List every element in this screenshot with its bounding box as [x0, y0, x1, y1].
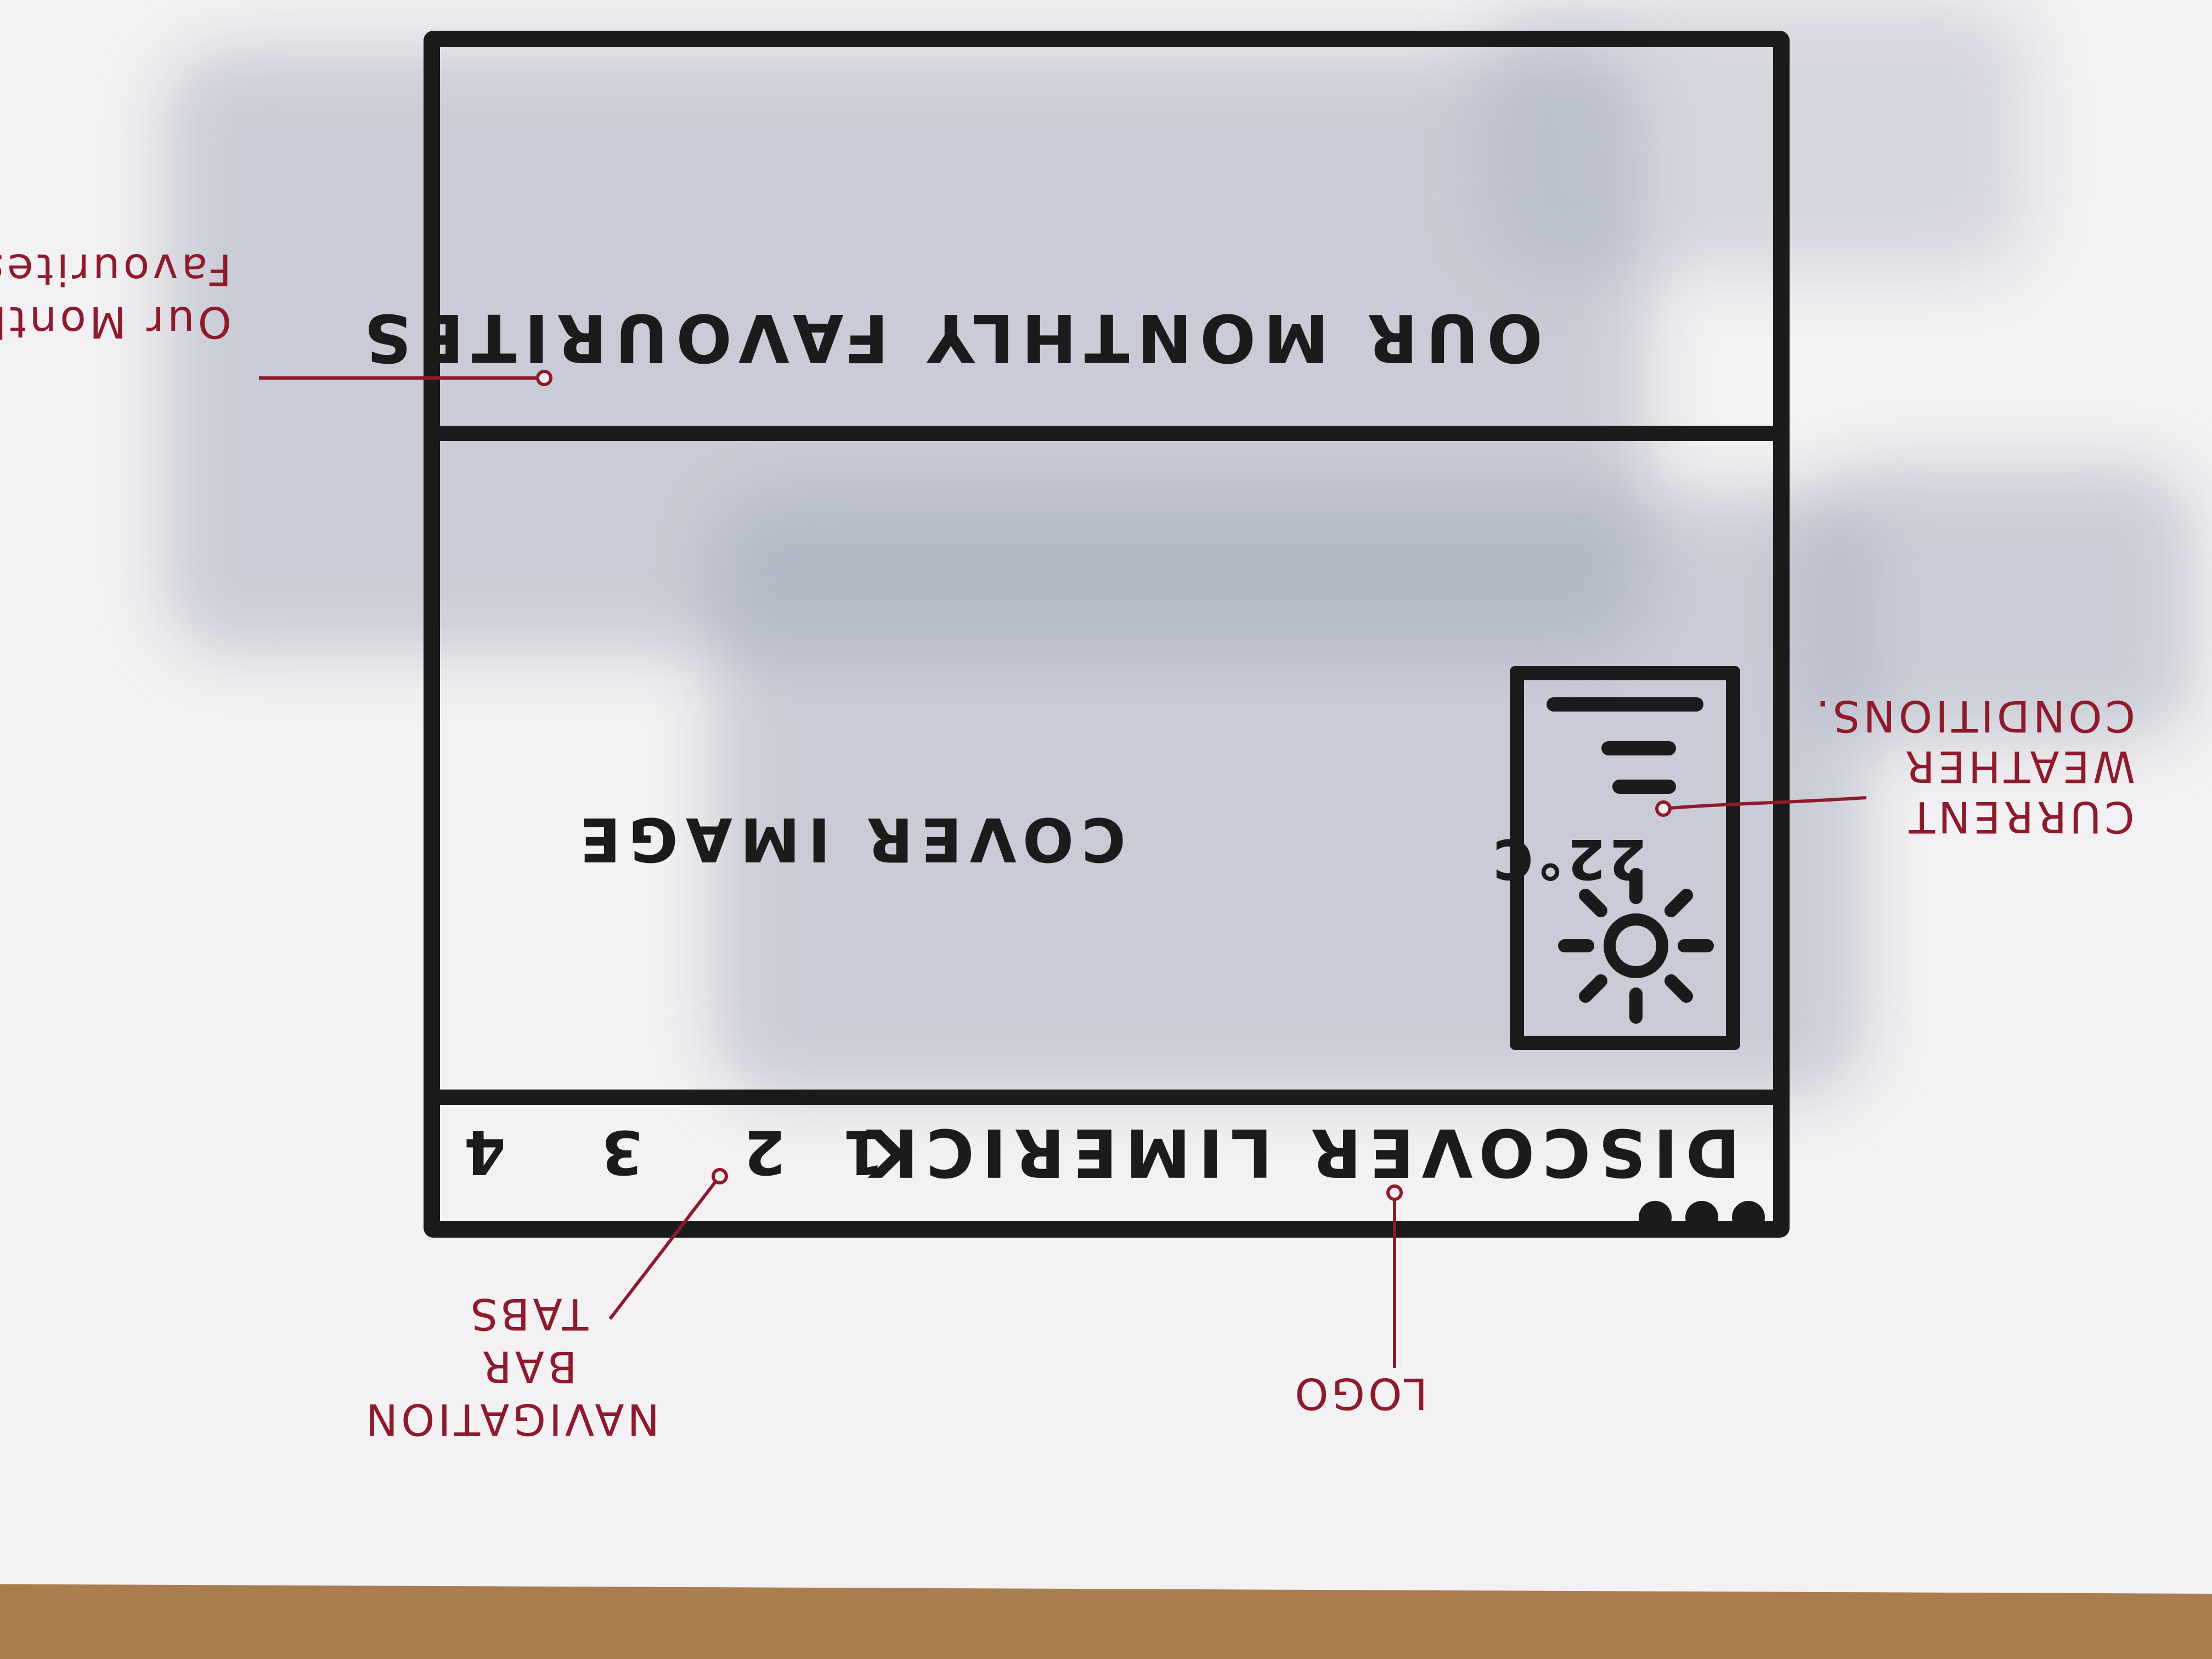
annotation-line: CURRENT: [1905, 792, 2135, 841]
annotation-line: Favourites: [0, 244, 232, 294]
annotation-line: CONDITIONS.: [1813, 691, 2135, 740]
annotation-weather: CURRENT WEATHER CONDITIONS.: [1813, 690, 2136, 842]
annotation-line: Our Monthly: [0, 297, 232, 346]
annotation-title: Our Monthly Favourites: [0, 242, 232, 348]
annotation-line: WEATHER: [1901, 741, 2136, 791]
annotation-leader-lines: [259, 370, 1867, 1368]
annotation-logo: LOGO: [1291, 1368, 1427, 1418]
annotation-line: BAR: [478, 1341, 577, 1391]
annotation-line: TABS: [467, 1289, 589, 1338]
annotation-line: NAVIGATION: [362, 1394, 659, 1443]
annotation-navigation: NAVIGATION BAR TABS: [362, 1287, 659, 1445]
wireframe-sketch: DISCOVER LIMERICK 1 2 3 4 COVER IMAGE 22…: [0, 0, 2212, 1659]
